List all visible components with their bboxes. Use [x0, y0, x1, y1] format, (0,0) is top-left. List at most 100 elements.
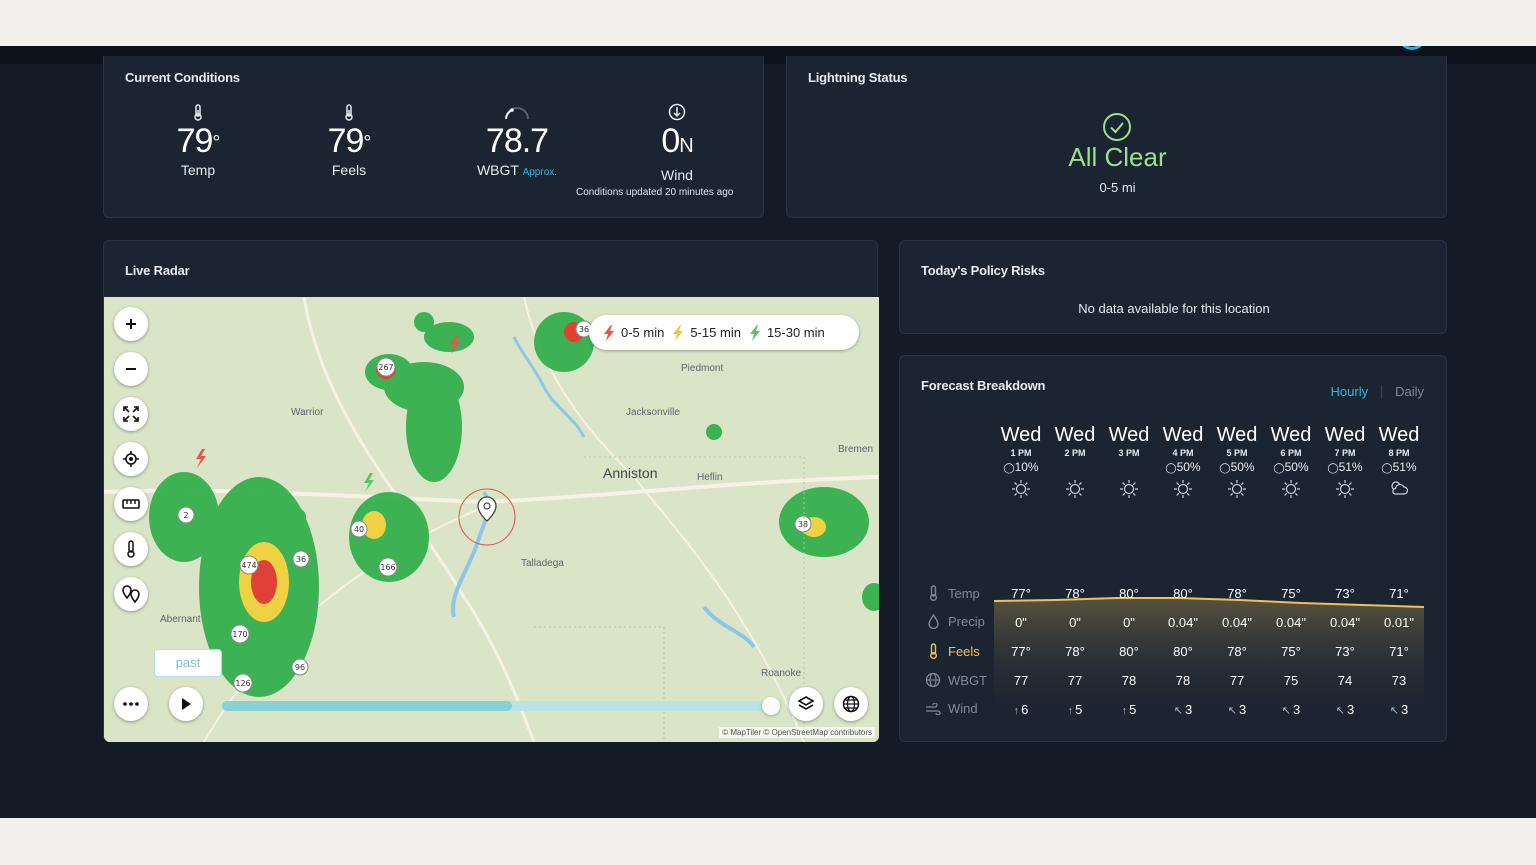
card-title: Current Conditions: [125, 70, 240, 85]
precip-chance: 51%: [1338, 460, 1363, 474]
legend-item: 5-15 min: [672, 324, 741, 341]
forecast-cell-wbgt: 77: [1067, 673, 1083, 688]
forecast-day: Wed: [1216, 424, 1258, 446]
globe-button[interactable]: [834, 687, 868, 721]
svg-text:170: 170: [232, 630, 247, 639]
row-label-temp: Temp: [924, 585, 980, 601]
card-title: Forecast Breakdown: [921, 378, 1046, 393]
live-radar-card: Live Radar 267 2 40 166 36 474 170 96 12…: [103, 240, 879, 742]
precip-chance-wrap: [1102, 460, 1156, 476]
locations-button[interactable]: [114, 577, 148, 611]
avatar[interactable]: [1398, 46, 1426, 50]
sun-icon: [1264, 478, 1318, 500]
forecast-day: Wed: [1324, 424, 1366, 446]
precip-chance: 50%: [1284, 460, 1309, 474]
forecast-cell-precip: 0": [1123, 615, 1135, 630]
forecast-cell-wbgt: 75: [1283, 673, 1299, 688]
card-title: Lightning Status: [808, 70, 908, 85]
wind-speed: 3: [1292, 702, 1301, 717]
temp-value: 79: [176, 122, 214, 160]
forecast-hour-column: Wed 7 PM ◯51%: [1318, 424, 1372, 500]
minus-icon: [126, 368, 136, 370]
temperature-layer-button[interactable]: [114, 532, 148, 566]
forecast-cell-feels: 77°: [1011, 644, 1031, 659]
svg-text:2: 2: [183, 511, 188, 520]
droplet-icon: ◯: [1327, 463, 1339, 474]
forecast-breakdown-card: Forecast Breakdown Hourly Daily Wed 1 PM ◯…: [899, 355, 1447, 742]
map-attribution[interactable]: © MapTiler © OpenStreetMap contributors: [719, 727, 875, 738]
sun-icon: [1048, 478, 1102, 500]
sun-icon: [1318, 478, 1372, 500]
row-label-text: WBGT: [948, 672, 987, 688]
forecast-cell-wind: ↖ 3: [1318, 702, 1372, 717]
zoom-in-button[interactable]: [114, 307, 148, 341]
bolt-icon: [673, 324, 684, 341]
forecast-cell-temp: 78°: [1227, 586, 1247, 601]
forecast-cell-wind: ↑ 5: [1048, 702, 1102, 717]
tab-daily[interactable]: Daily: [1395, 384, 1424, 399]
forecast-cell-feels: 80°: [1173, 644, 1193, 659]
place-label: Jacksonville: [626, 407, 680, 418]
forecast-hour-column: Wed 5 PM ◯50%: [1210, 424, 1264, 500]
row-label-feels[interactable]: Feels: [924, 643, 980, 659]
row-label-precip: Precip: [924, 614, 985, 629]
lightning-range: 0-5 mi: [1099, 180, 1136, 195]
forecast-cell-precip: 0.01": [1384, 615, 1414, 630]
forecast-cell-wind: ↖ 3: [1372, 702, 1426, 717]
svg-text:267: 267: [378, 363, 393, 372]
forecast-cell-feels: 73°: [1335, 644, 1355, 659]
forecast-cell-feels: 75°: [1281, 644, 1301, 659]
forecast-cell-temp: 71°: [1389, 586, 1409, 601]
row-label-wind: Wind: [924, 701, 978, 716]
forecast-hour-column: Wed 1 PM ◯10%: [994, 424, 1048, 500]
wbgt-approx-link[interactable]: Approx.: [523, 167, 557, 178]
forecast-time: 5 PM: [1226, 448, 1248, 458]
sun-icon: [1102, 478, 1156, 500]
locate-button[interactable]: [114, 442, 148, 476]
layers-button[interactable]: [789, 687, 823, 721]
forecast-cell-wind: ↑ 5: [1102, 702, 1156, 717]
place-label: Heflin: [697, 472, 723, 483]
timeline-progress: [222, 701, 512, 711]
updated-timestamp: Conditions updated 20 minutes ago: [576, 187, 734, 198]
wind-arrow-icon: ↖: [1281, 705, 1291, 717]
wind-speed: 3: [1400, 702, 1409, 717]
radar-map[interactable]: 267 2 40 166 36 474 170 96 126 38 36 Pie…: [104, 297, 879, 742]
feels-value: 79: [327, 122, 365, 160]
legend-label: 15-30 min: [766, 325, 825, 340]
fullscreen-button[interactable]: [114, 397, 148, 431]
play-button[interactable]: [169, 687, 203, 721]
precip-chance-wrap: ◯51%: [1318, 460, 1372, 476]
legend-label: 0-5 min: [621, 325, 665, 340]
forecast-cell-feels: 80°: [1119, 644, 1139, 659]
zoom-out-button[interactable]: [114, 352, 148, 386]
forecast-time: 2 PM: [1064, 448, 1086, 458]
wbgt-value: 78.7: [485, 122, 549, 160]
forecast-time: 3 PM: [1118, 448, 1140, 458]
past-toggle[interactable]: past: [154, 649, 222, 677]
svg-text:38: 38: [798, 520, 808, 529]
crosshair-icon: [123, 451, 139, 467]
thermometer-icon: [924, 643, 942, 659]
wind-arrow-icon: ↖: [1227, 705, 1237, 717]
forecast-day: Wed: [1108, 424, 1150, 446]
timeline-handle[interactable]: [762, 697, 780, 715]
radar-timeline-slider[interactable]: [222, 697, 780, 715]
feels-metric: 79° Feels: [289, 102, 409, 178]
more-options-button[interactable]: [114, 687, 148, 721]
thermometer-icon: [127, 540, 135, 558]
temp-metric: 79° Temp: [138, 102, 258, 178]
tab-hourly[interactable]: Hourly: [1331, 384, 1369, 399]
feels-unit: °: [363, 132, 371, 154]
forecast-day: Wed: [1054, 424, 1096, 446]
forecast-time: 8 PM: [1388, 448, 1410, 458]
wbgt-metric: 78.7 WBGT Approx.: [457, 102, 577, 178]
ruler-button[interactable]: [114, 487, 148, 521]
forecast-cell-wbgt: 77: [1013, 673, 1029, 688]
partly-cloudy-icon: [1372, 478, 1426, 498]
wind-label: Wind: [661, 167, 693, 183]
globe-icon: [842, 695, 860, 713]
forecast-cell-temp: 78°: [1065, 586, 1085, 601]
play-icon: [182, 698, 191, 710]
map-pins-icon: [122, 585, 140, 603]
